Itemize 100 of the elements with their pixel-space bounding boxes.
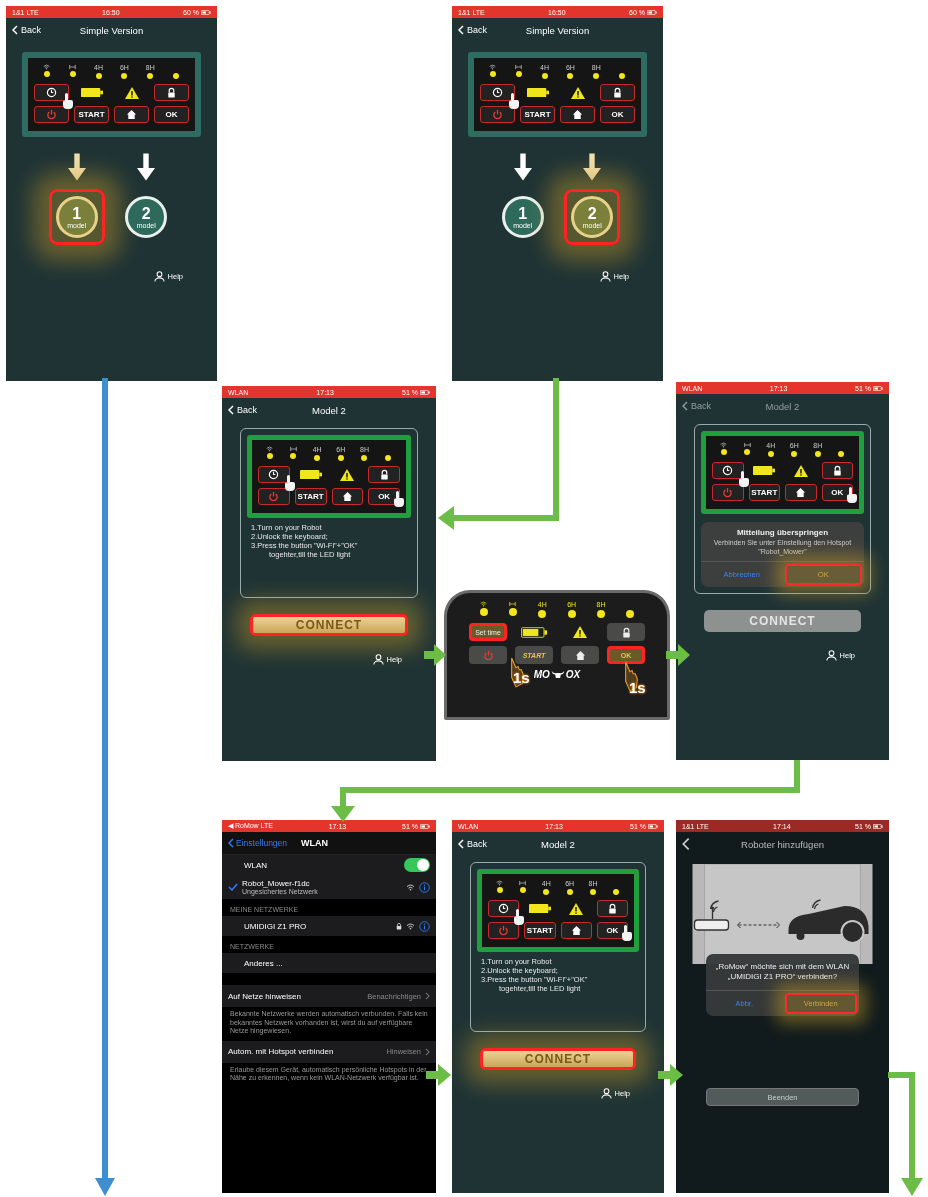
battery-icon: [420, 389, 430, 395]
screen-title: WLAN: [301, 838, 329, 848]
hand-pointer-icon: [392, 491, 404, 508]
led-indicator: [515, 71, 522, 77]
battery-icon: [521, 626, 547, 638]
wifi-icon: [266, 446, 274, 452]
clock-icon: [268, 469, 280, 480]
power-icon: [722, 487, 734, 498]
back-button[interactable]: Back: [228, 405, 257, 415]
led-indicator: [489, 71, 496, 77]
lock-icon: [831, 465, 843, 476]
power-icon: [482, 649, 494, 661]
battery-icon: [528, 903, 551, 914]
connect-button[interactable]: CONNECT: [250, 614, 408, 636]
led-indicator: [791, 451, 798, 457]
range-icon: [509, 601, 517, 607]
flow-arrow: [426, 1064, 451, 1086]
battery-icon: [648, 823, 658, 829]
battery-icon: [873, 385, 883, 391]
battery-icon: [873, 823, 883, 829]
hand-pointer-icon: [282, 475, 295, 492]
network-name: Robot_Mower-f1dc: [242, 879, 311, 888]
led-indicator: [744, 449, 751, 455]
screen-title: Simple Version: [79, 24, 144, 36]
battery-icon: [526, 87, 549, 98]
wifi-icon: [489, 64, 497, 70]
hand-pointer-icon: [845, 487, 857, 504]
led-indicator: [567, 610, 576, 618]
warning-icon: [570, 86, 585, 99]
back-button[interactable]: Einstellungen: [228, 838, 288, 848]
wifi-icon: [496, 880, 504, 886]
battery-icon: [647, 9, 657, 15]
led-indicator: [147, 73, 154, 79]
led-indicator: [566, 889, 573, 895]
led-indicator: [814, 451, 821, 457]
down-arrow-icon: [137, 153, 156, 181]
chevron-left-icon: [228, 405, 234, 415]
led-indicator: [95, 73, 102, 79]
led-indicator: [567, 73, 574, 79]
warning-icon: [569, 902, 584, 915]
hold-duration: 1s: [513, 669, 530, 686]
house-icon: [126, 109, 137, 120]
led-indicator: [543, 889, 550, 895]
hand-pointer-icon: [61, 93, 74, 110]
connect-button[interactable]: CONNECT: [480, 1048, 636, 1070]
flow-arrow: [666, 644, 690, 666]
warning-icon: [340, 468, 355, 481]
screen-title: Model 2: [312, 404, 346, 416]
wifi-icon: [406, 922, 415, 930]
back-button[interactable]: Back: [12, 25, 41, 35]
led-indicator: [479, 608, 488, 616]
range-icon: [519, 880, 527, 886]
toggle-switch[interactable]: [404, 858, 430, 872]
power-icon: [46, 109, 57, 120]
led-indicator: [597, 610, 605, 618]
back-button[interactable]: Back: [458, 839, 487, 849]
led-indicator: [385, 455, 392, 461]
battery-icon: [420, 823, 430, 829]
hold-duration: 1s: [629, 679, 646, 696]
chevron-right-icon: [425, 1047, 430, 1056]
network-name[interactable]: UMIDIGI Z1 PRO: [228, 921, 307, 931]
screen-title: Model 2: [765, 400, 800, 412]
back-button[interactable]: Back: [458, 25, 487, 35]
person-icon: [153, 271, 165, 282]
warning-icon: [793, 464, 808, 477]
keypad-key: OK: [154, 106, 189, 123]
screen-title: Simple Version: [525, 24, 590, 36]
network-name[interactable]: Anderes ...: [228, 958, 283, 968]
battery-icon: [80, 87, 103, 98]
info-icon[interactable]: [419, 881, 430, 893]
keypad-key: START: [520, 106, 555, 123]
battery-icon: [299, 469, 322, 480]
led-indicator: [619, 73, 626, 79]
keypad-key: START: [748, 484, 780, 501]
led-indicator: [266, 453, 273, 459]
screen-title: Roboter hinzufügen: [741, 838, 824, 850]
led-indicator: [767, 451, 774, 457]
lock-icon: [166, 87, 177, 98]
battery-icon: [201, 9, 211, 15]
person-icon: [599, 271, 611, 282]
range-icon: [743, 442, 751, 448]
hand-pointer-icon: [736, 471, 749, 488]
info-icon[interactable]: [419, 920, 430, 932]
battery-icon: [753, 465, 776, 476]
logo-text: OX: [565, 669, 581, 680]
range-icon: [515, 64, 523, 70]
back-button[interactable]: [682, 837, 690, 851]
led-indicator: [290, 453, 297, 459]
wifi-icon: [720, 442, 728, 448]
dialog-title: Mitteilung überspringen: [736, 528, 829, 537]
keypad-key: START: [74, 106, 109, 123]
chevron-left-icon: [12, 25, 18, 35]
lock-icon: [606, 903, 618, 914]
back-button[interactable]: Back: [682, 401, 711, 411]
person-icon: [372, 654, 384, 665]
house-icon: [574, 649, 586, 661]
setting-label: Auf Netze hinweisen: [228, 991, 301, 1001]
led-indicator: [361, 455, 368, 461]
led-indicator: [43, 71, 50, 77]
range-icon: [290, 446, 297, 452]
